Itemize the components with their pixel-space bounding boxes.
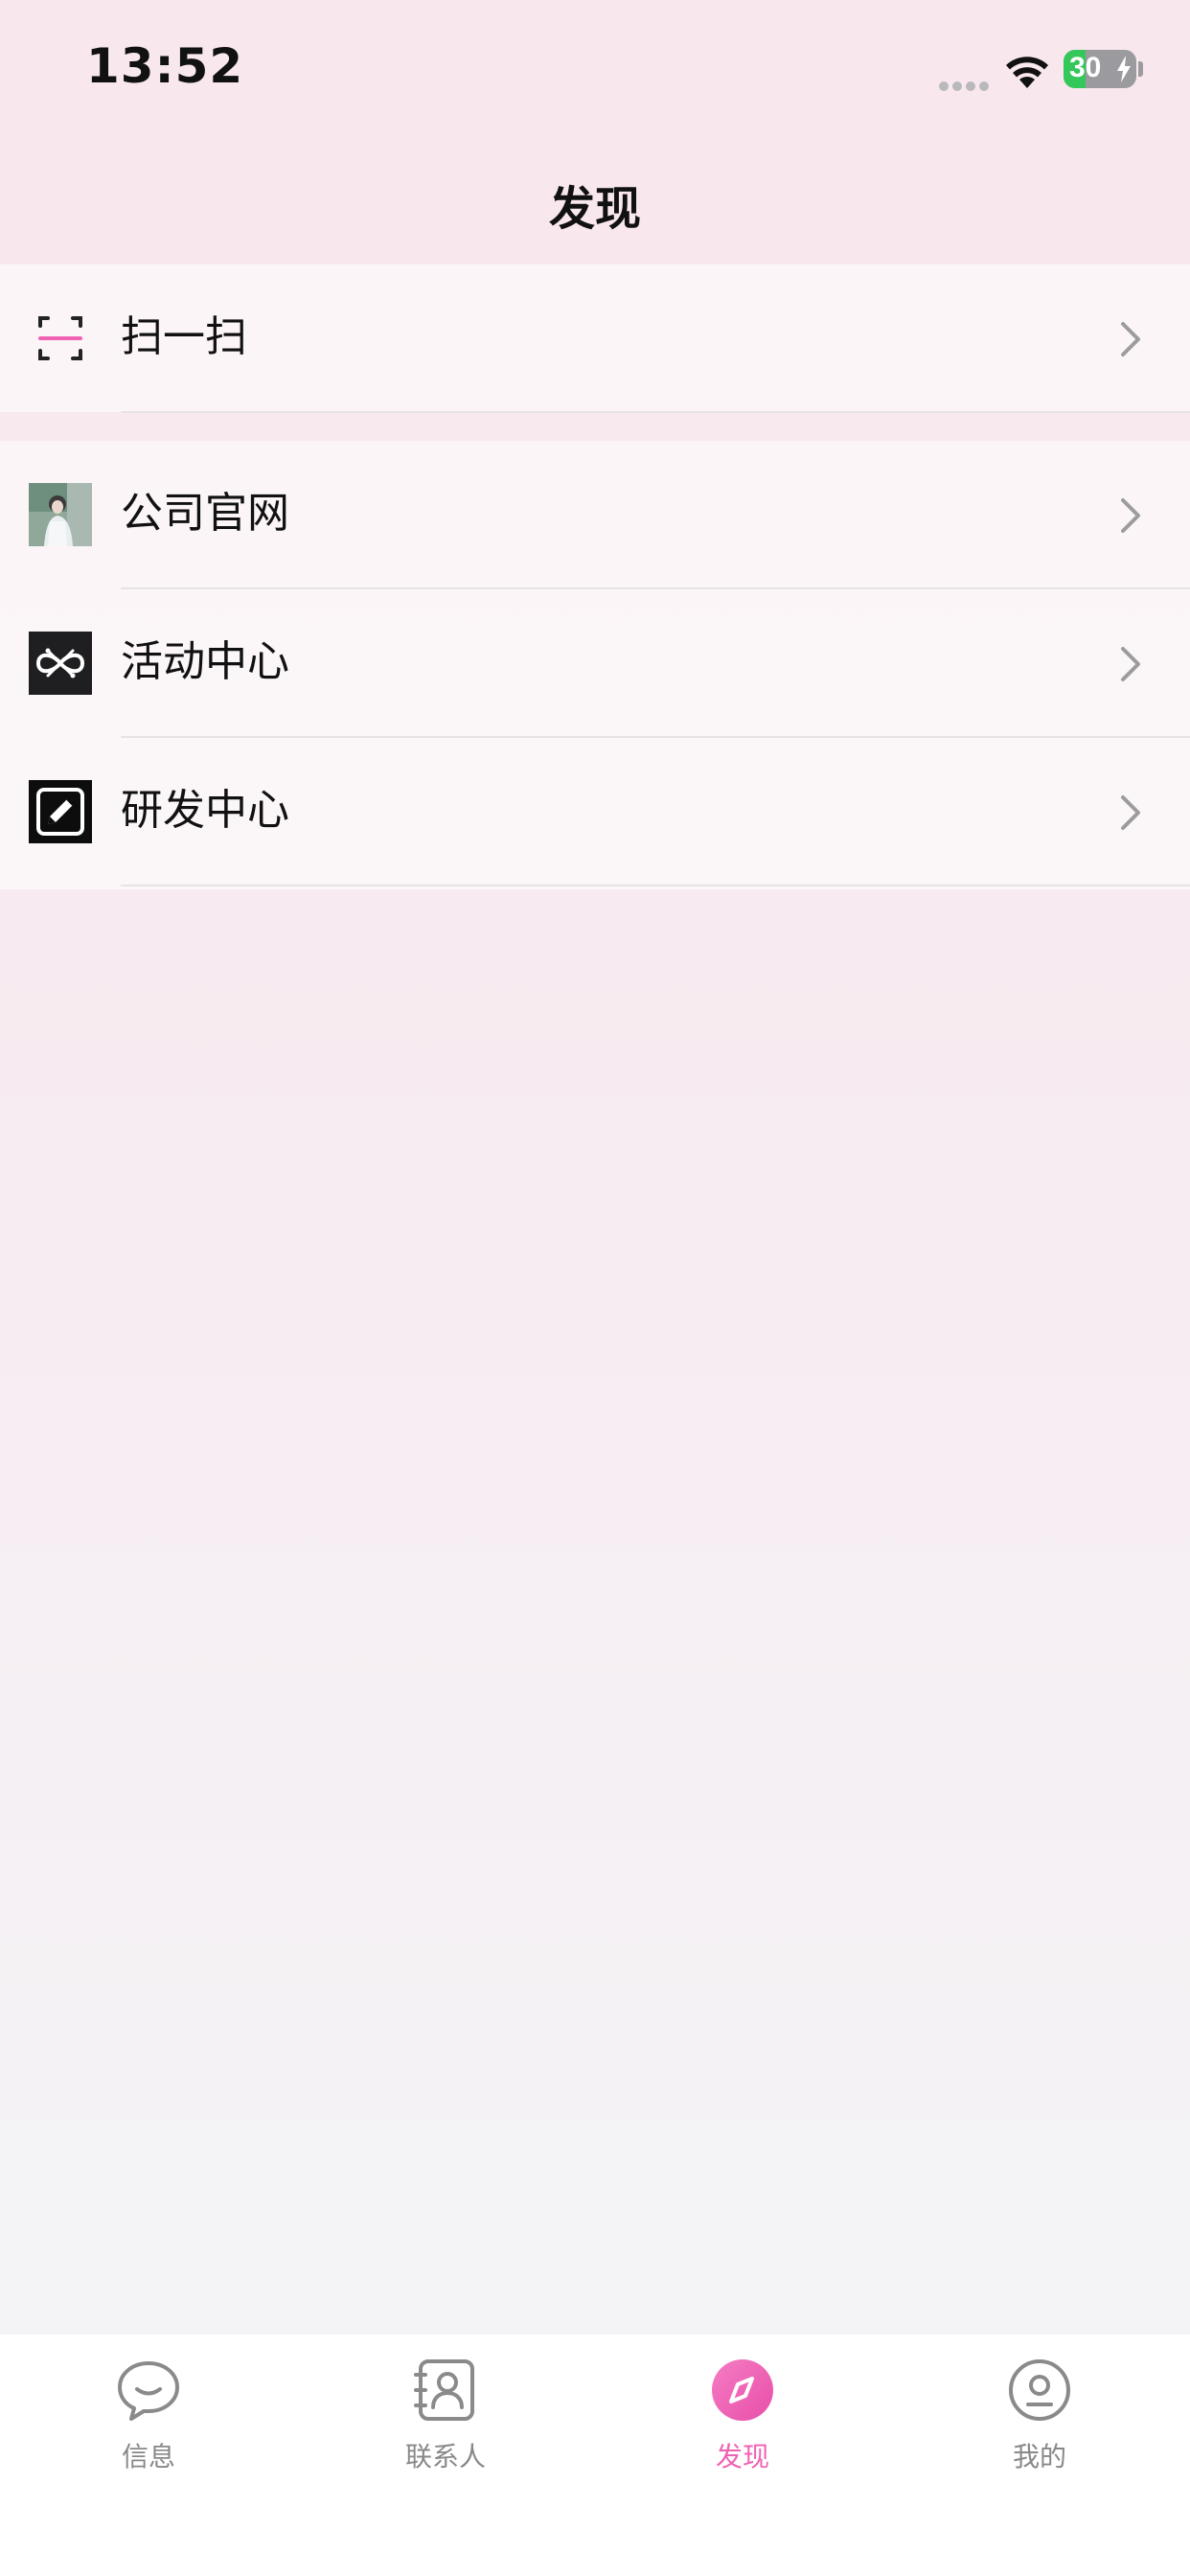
- rd-center-edit-icon: [29, 780, 92, 843]
- compass-icon: [712, 2359, 773, 2421]
- contacts-book-icon: [414, 2359, 474, 2421]
- battery-level: 30: [1069, 52, 1102, 83]
- list-item-label: 活动中心: [121, 637, 289, 686]
- tab-label: 我的: [1012, 2441, 1066, 2472]
- tab-contacts[interactable]: 联系人: [297, 2358, 594, 2492]
- row-divider: [121, 885, 1190, 886]
- tab-bar: 信息 联系人 发现 我的: [0, 2334, 1190, 2576]
- activity-center-icon: [29, 632, 92, 695]
- row-divider: [121, 411, 1190, 413]
- tab-discover[interactable]: 发现: [594, 2358, 891, 2492]
- chevron-right-icon: [1121, 322, 1140, 356]
- list-item-activity-center[interactable]: 活动中心: [0, 589, 1190, 738]
- list-item-company-website[interactable]: 公司官网: [0, 441, 1190, 589]
- list-item-scan[interactable]: 扫一扫: [0, 264, 1190, 413]
- chevron-right-icon: [1121, 795, 1140, 830]
- status-time: 13:52: [86, 38, 244, 94]
- battery-indicator: 30: [1064, 50, 1136, 88]
- company-website-thumbnail: [29, 483, 92, 546]
- bolt-icon: [1117, 56, 1131, 82]
- battery-cap: [1138, 61, 1143, 77]
- list-item-label: 公司官网: [121, 489, 289, 538]
- tab-me[interactable]: 我的: [891, 2358, 1188, 2492]
- chevron-right-icon: [1121, 647, 1140, 681]
- status-bar: 13:52 30: [0, 0, 1190, 134]
- tab-label: 信息: [121, 2441, 175, 2472]
- chat-bubble-icon: [118, 2361, 179, 2421]
- list-item-label: 扫一扫: [121, 312, 247, 361]
- profile-icon: [1009, 2359, 1070, 2421]
- chevron-right-icon: [1121, 498, 1140, 533]
- list-group-scan: 扫一扫: [0, 264, 1190, 413]
- list-group-links: 公司官网 活动中心 研发中心: [0, 441, 1190, 889]
- list-item-rd-center[interactable]: 研发中心: [0, 738, 1190, 886]
- list-item-label: 研发中心: [121, 786, 289, 835]
- cellular-signal-icon: [939, 77, 995, 91]
- tab-label: 联系人: [404, 2441, 486, 2472]
- page-title: 发现: [548, 182, 641, 236]
- scan-icon: [38, 316, 82, 360]
- tab-messages[interactable]: 信息: [0, 2358, 297, 2492]
- tab-label: 发现: [715, 2441, 769, 2472]
- wifi-icon: [1006, 57, 1048, 88]
